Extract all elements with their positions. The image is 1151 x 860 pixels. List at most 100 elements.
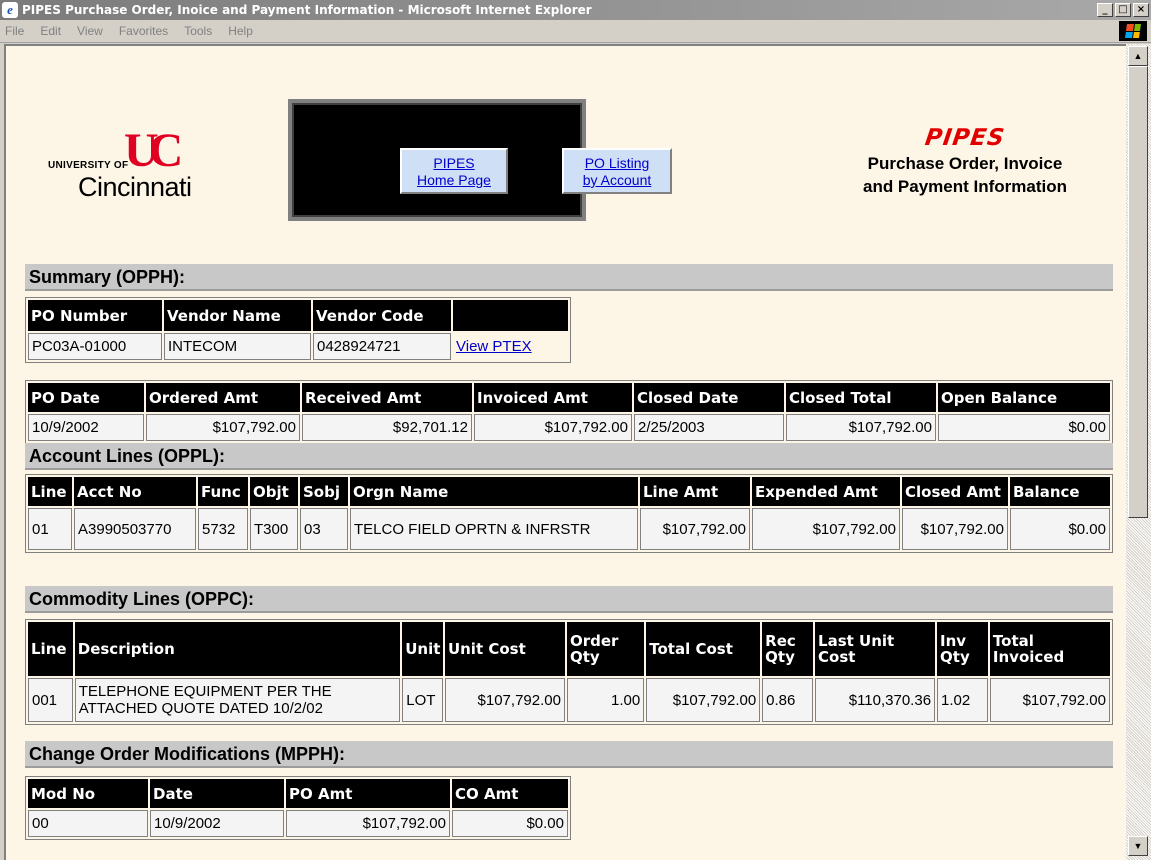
close-button[interactable]: ×	[1133, 3, 1149, 17]
header-blank	[453, 300, 568, 331]
pipes-home-button[interactable]: PIPES Home Page	[400, 148, 508, 194]
menu-file[interactable]: File	[0, 24, 32, 38]
scroll-up-button[interactable]: ▲	[1128, 46, 1148, 66]
cell-last-unit-cost: $110,370.36	[815, 678, 936, 722]
cell-closed-total: $107,792.00	[786, 414, 936, 441]
cell-mod-no: 00	[28, 810, 148, 837]
cell-po-amt: $107,792.00	[286, 810, 450, 837]
header-vendor-name: Vendor Name	[164, 300, 311, 331]
cell-line: 01	[28, 508, 72, 550]
header-line: Line	[28, 622, 73, 676]
minimize-button[interactable]: _	[1097, 3, 1113, 17]
vendor-table: PO Number Vendor Name Vendor Code PC03A-…	[25, 297, 571, 363]
change-orders-heading: Change Order Modifications (MPPH):	[25, 741, 1113, 768]
header-orgn-name: Orgn Name	[350, 477, 638, 506]
cell-total-invoiced: $107,792.00	[989, 678, 1110, 722]
cell-description: TELEPHONE EQUIPMENT PER THE ATTACHED QUO…	[74, 678, 401, 722]
header-received-amt: Received Amt	[302, 383, 472, 412]
cell-po-number: PC03A-01000	[28, 333, 162, 360]
cell-closed-amt: $107,792.00	[902, 508, 1008, 550]
navigation-box: PIPES Home Page PO Listing by Account	[288, 99, 672, 221]
header-open-balance: Open Balance	[938, 383, 1110, 412]
cell-vendor-code: 0428924721	[313, 333, 451, 360]
header-po-amt: PO Amt	[286, 779, 450, 808]
menu-help[interactable]: Help	[220, 24, 261, 38]
header-rec-qty: Rec Qty	[762, 622, 814, 676]
menu-view[interactable]: View	[69, 24, 111, 38]
header-expended-amt: Expended Amt	[752, 477, 900, 506]
vertical-scrollbar[interactable]: ▲ ▼	[1126, 44, 1151, 860]
cell-co-amt: $0.00	[452, 810, 568, 837]
header-inv-qty: Inv Qty	[937, 622, 988, 676]
account-lines-table: Line Acct No Func Objt Sobj Orgn Name Li…	[25, 474, 1113, 553]
cell-invoiced-amt: $107,792.00	[474, 414, 632, 441]
scroll-down-button[interactable]: ▼	[1128, 836, 1148, 856]
header-line-amt: Line Amt	[640, 477, 750, 506]
menu-edit[interactable]: Edit	[32, 24, 69, 38]
po-listing-button[interactable]: PO Listing by Account	[562, 148, 672, 194]
menu-tools[interactable]: Tools	[176, 24, 220, 38]
pipes-home-line1: PIPES	[433, 155, 475, 171]
pipes-logo: PIPES	[923, 125, 1007, 151]
header-description: Description	[74, 622, 401, 676]
maximize-button[interactable]: □	[1115, 3, 1131, 17]
commodity-lines-table: Line Description Unit Unit Cost Order Qt…	[25, 619, 1113, 725]
header-po-date: PO Date	[28, 383, 144, 412]
header-unit-cost: Unit Cost	[444, 622, 565, 676]
cell-closed-date: 2/25/2003	[634, 414, 784, 441]
cell-unit: LOT	[402, 678, 443, 722]
pipes-subtitle-1: Purchase Order, Invoice	[867, 154, 1063, 173]
header-unit: Unit	[402, 622, 443, 676]
menu-bar: File Edit View Favorites Tools Help	[0, 20, 1151, 43]
windows-logo-icon	[1119, 21, 1147, 41]
cell-received-amt: $92,701.12	[302, 414, 472, 441]
summary-heading: Summary (OPPH):	[25, 264, 1113, 291]
page-content: UC UNIVERSITY OF Cincinnati PIPES Home P…	[4, 44, 1126, 860]
header-balance: Balance	[1010, 477, 1110, 506]
pipes-home-line2: Home Page	[417, 172, 491, 188]
cell-func: 5732	[198, 508, 248, 550]
change-orders-table: Mod No Date PO Amt CO Amt 00 10/9/2002 $…	[25, 776, 571, 840]
view-ptex-link[interactable]: View PTEX	[453, 333, 568, 360]
menu-favorites[interactable]: Favorites	[111, 24, 176, 38]
header-closed-total: Closed Total	[786, 383, 936, 412]
header-mod-no: Mod No	[28, 779, 148, 808]
cell-open-balance: $0.00	[938, 414, 1110, 441]
header-po-number: PO Number	[28, 300, 162, 331]
scroll-thumb[interactable]	[1128, 66, 1148, 518]
header-closed-date: Closed Date	[634, 383, 784, 412]
po-listing-line2: by Account	[582, 172, 652, 188]
header-vendor-code: Vendor Code	[313, 300, 451, 331]
header-total-cost: Total Cost	[646, 622, 761, 676]
header-func: Func	[198, 477, 248, 506]
po-listing-line1: PO Listing	[584, 155, 650, 171]
cell-inv-qty: 1.02	[937, 678, 988, 722]
cell-vendor-name: INTECOM	[164, 333, 311, 360]
uc-mark-logo: UC	[124, 124, 183, 177]
cell-expended-amt: $107,792.00	[752, 508, 900, 550]
header-sobj: Sobj	[300, 477, 348, 506]
header-order-qty: Order Qty	[566, 622, 645, 676]
header-last-unit-cost: Last Unit Cost	[815, 622, 936, 676]
header-total-invoiced: Total Invoiced	[989, 622, 1110, 676]
cell-rec-qty: 0.86	[762, 678, 814, 722]
cell-ordered-amt: $107,792.00	[146, 414, 300, 441]
pipes-header: PIPES Purchase Order, Invoice and Paymen…	[806, 125, 1124, 198]
header-date: Date	[150, 779, 284, 808]
header-closed-amt: Closed Amt	[902, 477, 1008, 506]
window-title: PIPES Purchase Order, Inoice and Payment…	[22, 3, 592, 17]
internet-explorer-icon: e	[2, 2, 18, 18]
header-invoiced-amt: Invoiced Amt	[474, 383, 632, 412]
header-objt: Objt	[250, 477, 298, 506]
pipes-subtitle-2: and Payment Information	[862, 177, 1068, 196]
cell-order-qty: 1.00	[566, 678, 645, 722]
university-name: Cincinnati	[78, 172, 192, 202]
university-prefix: UNIVERSITY OF	[48, 160, 129, 171]
account-lines-heading: Account Lines (OPPL):	[25, 443, 1113, 470]
window-title-bar: e PIPES Purchase Order, Inoice and Payme…	[0, 0, 1151, 20]
header-co-amt: CO Amt	[452, 779, 568, 808]
cell-objt: T300	[250, 508, 298, 550]
cell-balance: $0.00	[1010, 508, 1110, 550]
cell-sobj: 03	[300, 508, 348, 550]
cell-unit-cost: $107,792.00	[444, 678, 565, 722]
